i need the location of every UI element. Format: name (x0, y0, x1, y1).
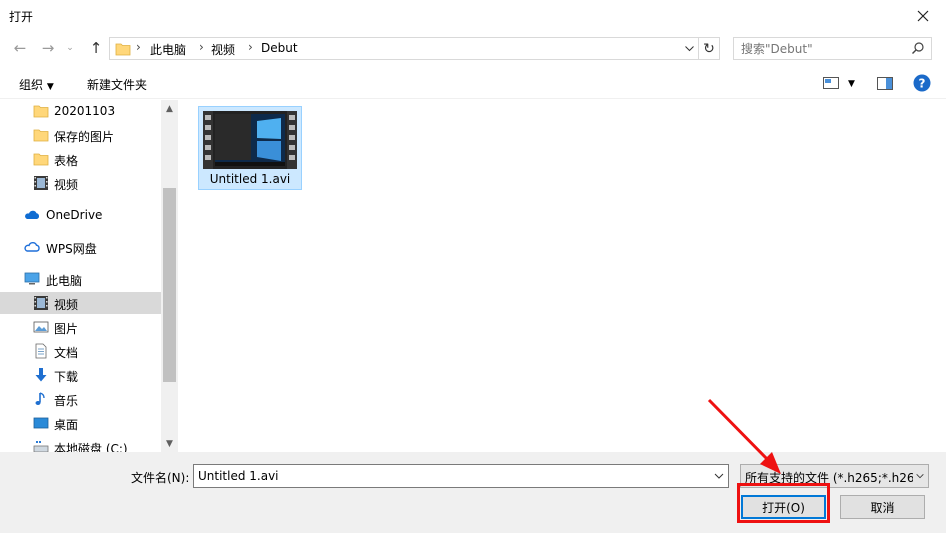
filename-field[interactable]: Untitled 1.avi (193, 464, 729, 488)
file-name-label: Untitled 1.avi (209, 172, 291, 186)
caret-down-icon: ▼ (46, 82, 54, 92)
breadcrumb-separator: › (136, 40, 141, 54)
recent-locations-button[interactable]: ⌄ (63, 38, 77, 58)
scroll-down-icon[interactable]: ▼ (161, 435, 178, 452)
organize-menu-button[interactable]: 组织 ▼ (19, 76, 54, 93)
nav-item-this-pc[interactable]: 此电脑 (0, 268, 161, 290)
command-toolbar: 组织 ▼ 新建文件夹 ▼ ? (0, 68, 946, 99)
close-button[interactable] (900, 0, 946, 31)
title-bar: 打开 (0, 0, 946, 31)
desktop-icon (33, 417, 49, 429)
breadcrumb-separator: › (199, 40, 204, 54)
nav-item-label: 视频 (54, 298, 79, 312)
download-icon (35, 368, 47, 382)
window-title: 打开 (9, 10, 34, 24)
breadcrumb-separator: › (248, 40, 253, 54)
wps-cloud-icon (24, 242, 40, 252)
nav-item-label: 保存的图片 (54, 130, 115, 144)
nav-item-music[interactable]: 音乐 (0, 388, 161, 410)
up-arrow-icon: ↑ (89, 39, 103, 57)
chevron-down-icon: ⌄ (66, 43, 74, 53)
view-options-icon[interactable] (823, 77, 839, 89)
drive-icon (33, 441, 49, 452)
documents-icon (35, 343, 47, 359)
navigation-scrollbar[interactable]: ▲ ▼ (161, 100, 178, 452)
scroll-up-icon[interactable]: ▲ (161, 100, 178, 117)
nav-item-label: 本地磁盘 (C:) (54, 442, 128, 452)
up-button[interactable]: ↑ (86, 38, 106, 58)
breadcrumb-this-pc[interactable]: 此电脑 (150, 41, 186, 58)
onedrive-cloud-icon (25, 210, 40, 219)
nav-item-wps-cloud[interactable]: WPS网盘 (0, 236, 161, 258)
file-type-filter-value: 所有支持的文件 (*.h265;*.h264 (745, 471, 923, 485)
organize-label: 组织 (19, 78, 44, 92)
video-library-icon (34, 176, 48, 190)
forward-button[interactable]: → (38, 38, 58, 58)
refresh-button[interactable]: ↻ (699, 37, 720, 60)
nav-item-label: WPS网盘 (46, 242, 97, 256)
nav-item-tables[interactable]: 表格 (0, 148, 161, 170)
breadcrumb-videos[interactable]: 视频 (211, 41, 235, 58)
nav-item-label: 20201103 (54, 104, 116, 118)
nav-item-label: 音乐 (54, 394, 79, 408)
file-type-filter-select[interactable]: 所有支持的文件 (*.h265;*.h264 (740, 464, 929, 488)
file-list-view: Untitled 1.avi (178, 100, 946, 452)
bottom-panel: 文件名(N): Untitled 1.avi 所有支持的文件 (*.h265;*… (0, 452, 946, 533)
forward-arrow-icon: → (41, 39, 55, 57)
nav-item-videos-folder[interactable]: 视频 (0, 172, 161, 194)
nav-item-label: 视频 (54, 178, 79, 192)
address-dropdown-button[interactable] (681, 39, 697, 59)
new-folder-button[interactable]: 新建文件夹 (87, 76, 147, 93)
refresh-icon: ↻ (703, 40, 715, 57)
pictures-icon (33, 321, 49, 333)
nav-item-documents[interactable]: 文档 (0, 340, 161, 362)
search-icon (912, 42, 924, 54)
folder-icon (115, 43, 131, 56)
nav-item-20201103[interactable]: 20201103 (0, 100, 161, 122)
nav-item-videos[interactable]: 视频 (0, 292, 161, 314)
svg-text:?: ? (919, 77, 926, 91)
folder-icon (33, 153, 49, 166)
open-button[interactable]: 打开(O) (741, 495, 826, 519)
nav-item-onedrive[interactable]: OneDrive (0, 204, 161, 226)
nav-item-downloads[interactable]: 下载 (0, 364, 161, 386)
folder-icon (33, 105, 49, 118)
back-button[interactable]: ← (10, 38, 30, 58)
video-library-icon (34, 296, 48, 310)
search-input[interactable] (734, 38, 904, 59)
nav-item-label: 桌面 (54, 418, 79, 432)
nav-item-label: 表格 (54, 154, 79, 168)
music-icon (35, 392, 45, 405)
nav-item-pictures[interactable]: 图片 (0, 316, 161, 338)
search-box[interactable] (733, 37, 932, 60)
breadcrumb-debut[interactable]: Debut (261, 41, 298, 55)
video-thumbnail (203, 111, 297, 169)
cancel-button[interactable]: 取消 (840, 495, 925, 519)
nav-item-saved-pictures[interactable]: 保存的图片 (0, 124, 161, 146)
chevron-down-icon (913, 469, 925, 483)
file-item[interactable]: Untitled 1.avi (198, 106, 302, 190)
filename-label: 文件名(N): (131, 471, 190, 485)
folder-icon (33, 129, 49, 142)
close-icon (917, 10, 929, 21)
preview-pane-icon[interactable] (877, 77, 893, 90)
address-bar[interactable]: › 此电脑 › 视频 › Debut (109, 37, 699, 60)
nav-item-label: 此电脑 (46, 274, 83, 288)
computer-icon (24, 272, 40, 285)
nav-item-label: 图片 (54, 322, 79, 336)
navigation-pane: 20201103 保存的图片 表格 视频 OneDrive WPS网盘 此电脑 … (0, 100, 178, 452)
chevron-down-icon (684, 46, 694, 52)
nav-item-local-disk-c[interactable]: 本地磁盘 (C:) (0, 436, 161, 452)
nav-item-label: OneDrive (46, 208, 103, 222)
chevron-down-icon[interactable] (713, 469, 725, 483)
nav-item-label: 下载 (54, 370, 79, 384)
back-arrow-icon: ← (13, 39, 27, 57)
filename-value: Untitled 1.avi (198, 469, 279, 483)
caret-down-icon[interactable]: ▼ (848, 79, 855, 89)
help-icon[interactable]: ? (913, 74, 931, 92)
nav-item-label: 文档 (54, 346, 79, 360)
nav-item-desktop[interactable]: 桌面 (0, 412, 161, 434)
scrollbar-thumb[interactable] (163, 188, 176, 382)
